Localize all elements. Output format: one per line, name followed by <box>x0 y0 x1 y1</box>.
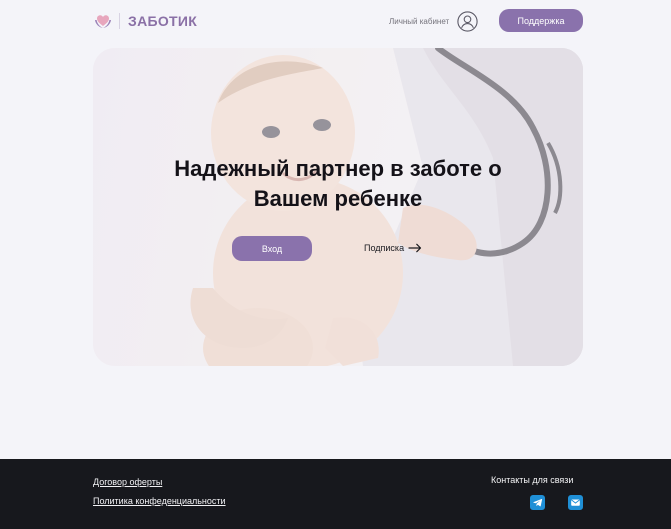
subscription-link[interactable]: Подписка <box>364 240 422 256</box>
heart-hands-logo-icon <box>95 15 111 28</box>
login-button[interactable]: Вход <box>232 236 312 261</box>
contacts-title: Контакты для связи <box>491 475 574 485</box>
subscription-label: Подписка <box>364 243 405 253</box>
site-footer: Договор оферты Политика конфеденциальнос… <box>0 459 671 529</box>
personal-account-label: Личный кабинет <box>389 16 450 26</box>
user-icon <box>457 10 478 32</box>
logo-divider <box>119 13 120 29</box>
logo-text: ЗАБОТИК <box>128 13 198 29</box>
telegram-icon <box>533 498 543 507</box>
logo[interactable]: ЗАБОТИК <box>93 11 197 31</box>
support-button[interactable]: Поддержка <box>499 9 583 32</box>
email-button[interactable] <box>568 495 583 510</box>
privacy-policy-link[interactable]: Политика конфеденциальности <box>93 496 226 506</box>
hero-title-line-1: Надежный партнер в заботе о <box>174 156 502 181</box>
personal-account-link[interactable]: Личный кабинет <box>389 10 478 32</box>
mail-icon <box>571 499 580 506</box>
site-header: ЗАБОТИК Личный кабинет Поддержка <box>0 0 671 42</box>
telegram-button[interactable] <box>530 495 545 510</box>
hero-banner: Надежный партнер в заботе о Вашем ребенк… <box>93 48 583 366</box>
offer-agreement-link[interactable]: Договор оферты <box>93 477 162 487</box>
arrow-right-icon <box>408 243 422 253</box>
hero-title-line-2: Вашем ребенке <box>253 186 423 211</box>
hero-title: Надежный партнер в заботе о Вашем ребенк… <box>93 154 583 214</box>
